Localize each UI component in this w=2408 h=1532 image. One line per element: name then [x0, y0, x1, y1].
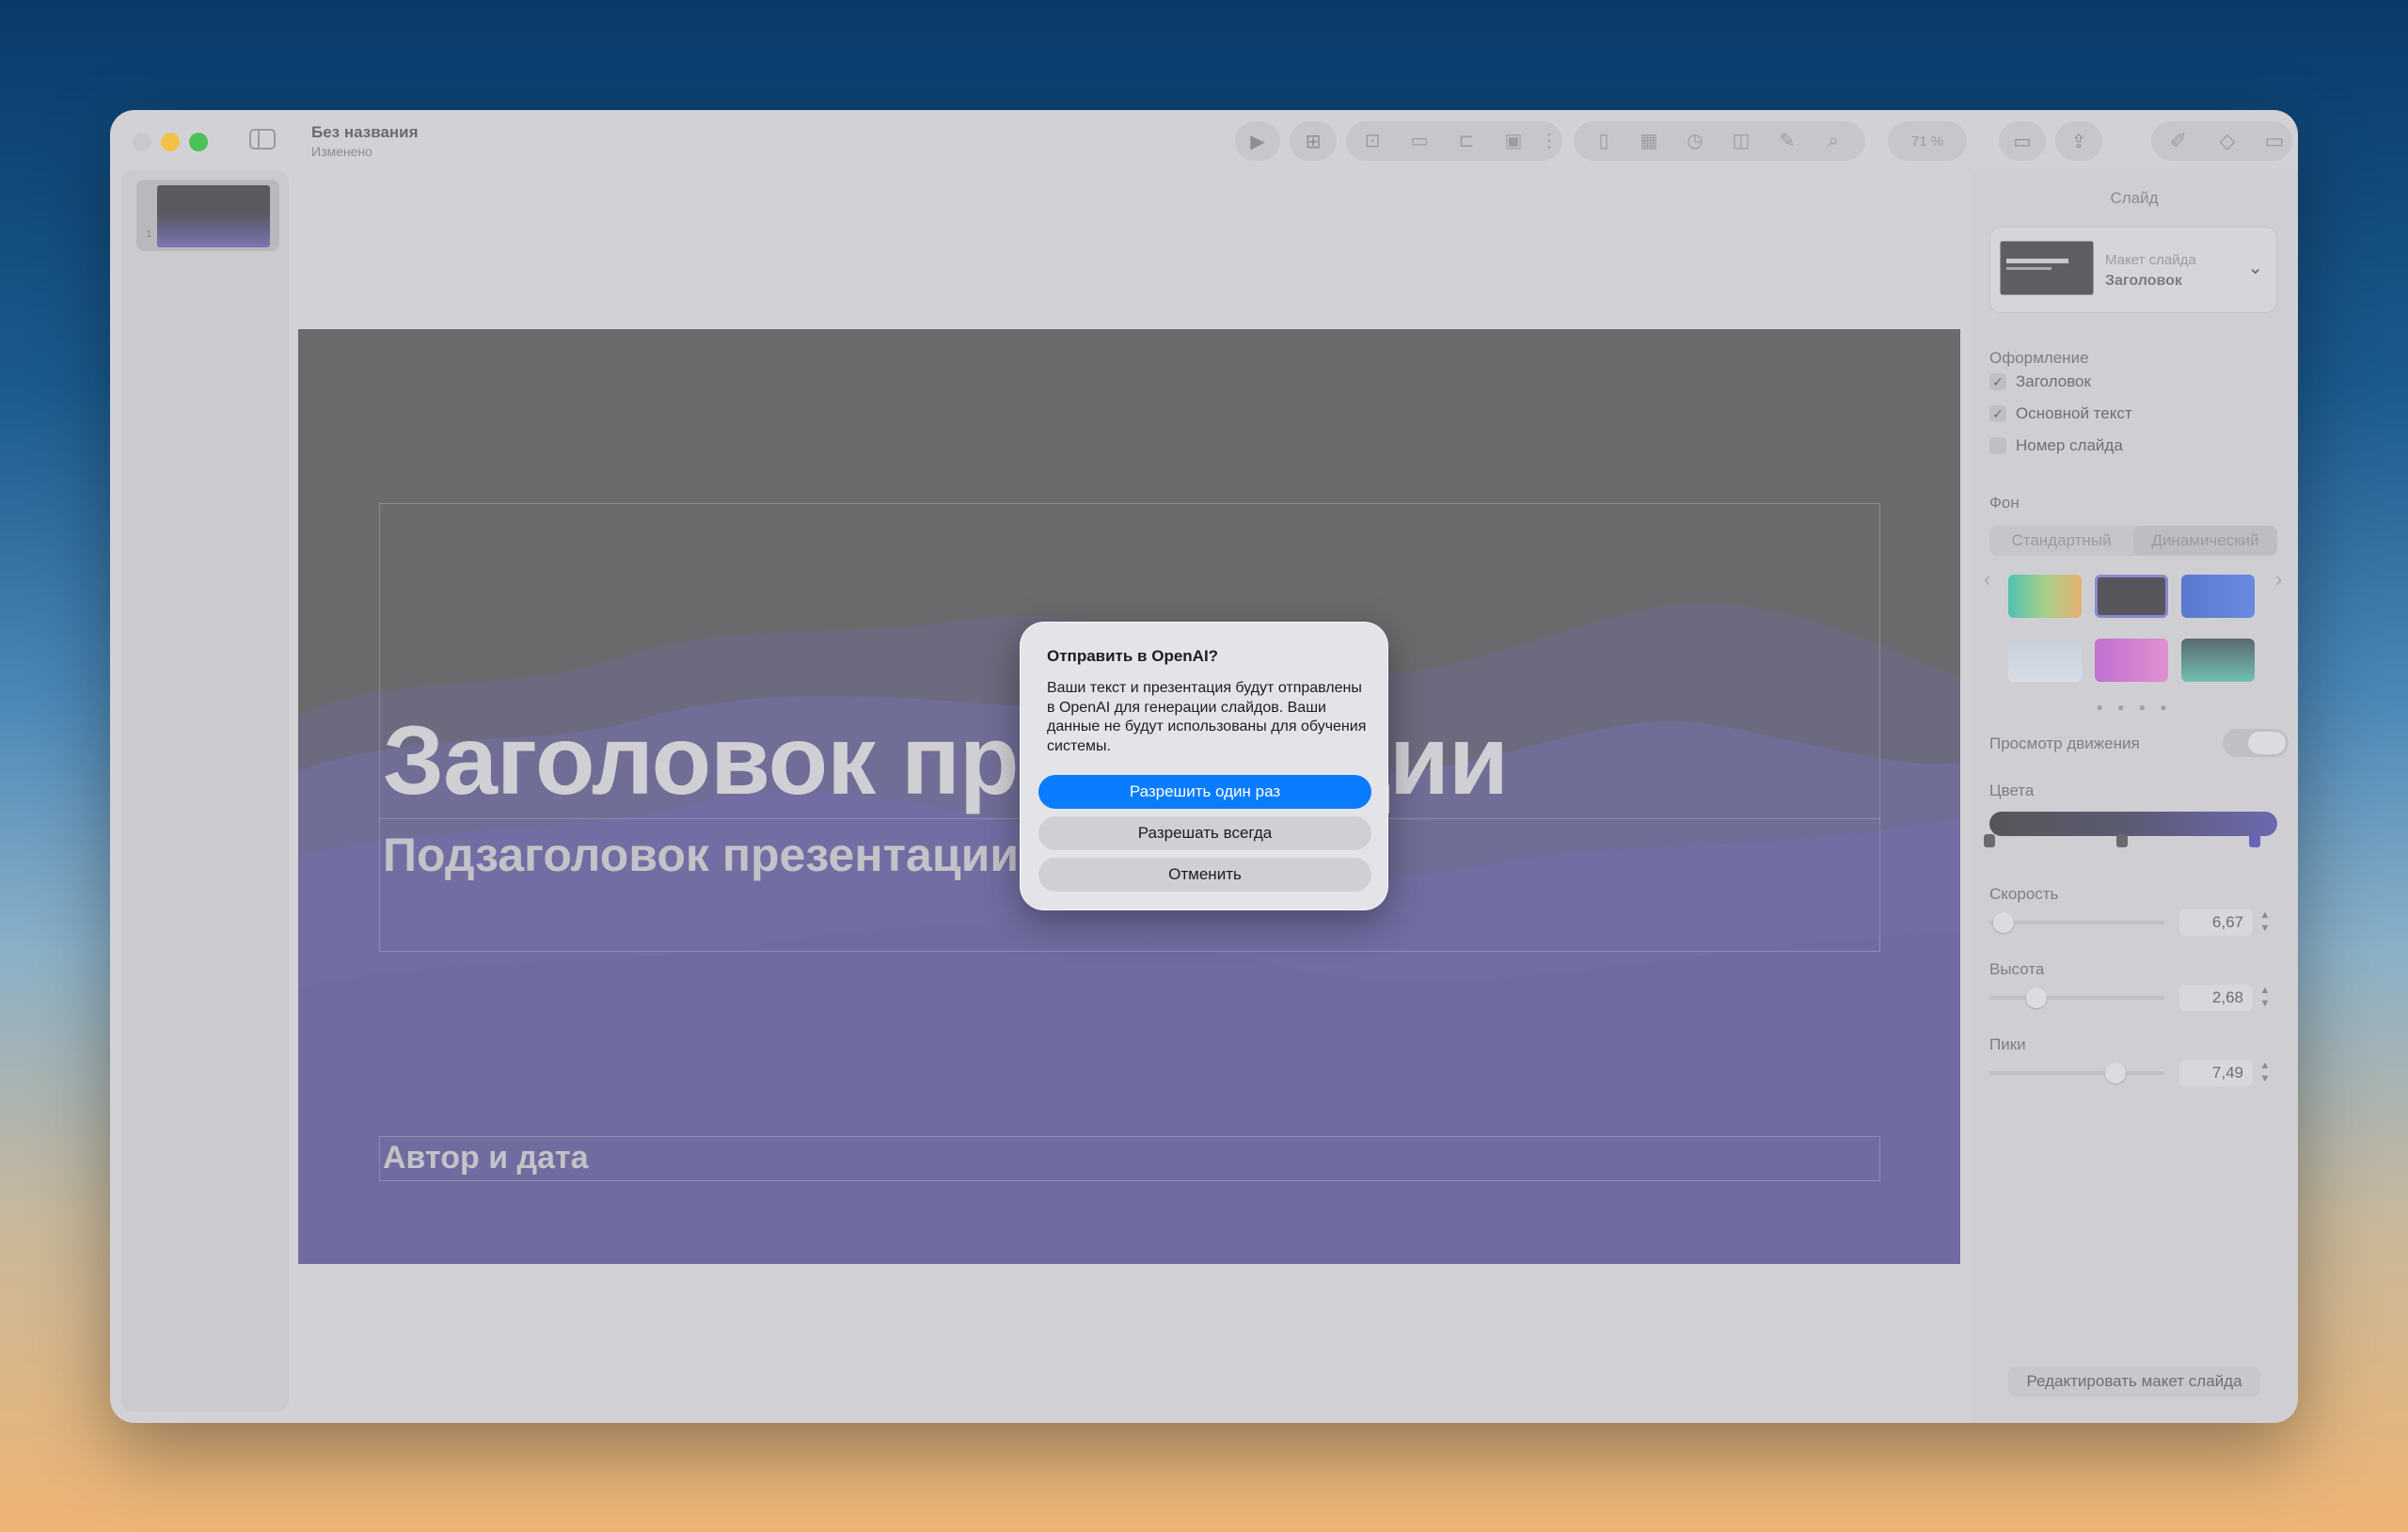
share-button[interactable]: ⇪ [2055, 121, 2102, 161]
media-icon[interactable]: ✎ [1776, 131, 1798, 151]
insert-text-icon[interactable]: ⊡ [1361, 131, 1384, 151]
format-inspector: Слайд Макет слайда Заголовок ⌄ Оформлени… [1971, 170, 2298, 1423]
play-button[interactable]: ▶ [1235, 121, 1280, 161]
comment-icon: ▭ [2013, 131, 2032, 152]
layout-value: Заголовок [2105, 273, 2182, 289]
background-swatch[interactable] [2181, 639, 2255, 682]
speed-slider[interactable] [1989, 912, 2164, 933]
background-swatch[interactable] [2095, 639, 2168, 682]
peaks-stepper-icon[interactable]: ▲ ▼ [2257, 1059, 2273, 1087]
color-stop-handle[interactable] [1984, 834, 1995, 847]
height-label: Высота [1989, 960, 2045, 978]
background-swatch-selected[interactable] [2095, 575, 2168, 618]
layout-thumbnail [2000, 241, 2094, 295]
chevron-down-icon: ⌄ [2247, 258, 2263, 278]
chevron-left-icon[interactable]: ‹ [1984, 567, 1990, 592]
appearance-title-option[interactable]: ✓ Заголовок [1989, 371, 2091, 392]
zoom-window-button[interactable] [189, 133, 208, 151]
checkbox-unchecked-icon[interactable] [1989, 437, 2006, 454]
option-label: Заголовок [2016, 372, 2091, 390]
document-icon[interactable]: ▭ [2260, 129, 2289, 153]
checkbox-checked-icon[interactable]: ✓ [1989, 405, 2006, 422]
speed-value-field[interactable]: 6,67 [2179, 909, 2253, 936]
motion-preview-toggle[interactable] [2223, 729, 2289, 757]
insert-chart-icon[interactable]: ▭ [1408, 131, 1431, 151]
comment-toolbar-icon[interactable]: ⌕ [1822, 131, 1845, 151]
appearance-label: Оформление [1989, 349, 2089, 367]
slide-number: 1 [146, 229, 152, 240]
zoom-menu[interactable]: 71 % [1888, 121, 1967, 161]
slide-layout-picker[interactable]: Макет слайда Заголовок ⌄ [1989, 227, 2277, 313]
tab-standard[interactable]: Стандартный [1989, 526, 2133, 556]
author-placeholder-box[interactable] [379, 1136, 1880, 1181]
peaks-slider[interactable] [1989, 1063, 2164, 1083]
send-to-openai-dialog: Отправить в OpenAI? Ваши текст и презент… [1020, 622, 1388, 910]
dialog-title: Отправить в OpenAI? [1047, 647, 1219, 665]
document-title[interactable]: Без названия [311, 123, 419, 142]
peaks-value-field[interactable]: 7,49 [2179, 1060, 2253, 1086]
background-swatch[interactable] [2008, 639, 2082, 682]
close-window-button[interactable] [133, 133, 151, 151]
height-slider-knob[interactable] [2026, 987, 2048, 1008]
height-slider[interactable] [1989, 987, 2164, 1008]
dialog-message: Ваши текст и презентация будут отправлен… [1047, 680, 1367, 754]
speed-slider-knob[interactable] [1992, 912, 2014, 933]
document-status: Изменено [311, 144, 372, 159]
slide-subtitle[interactable]: Подзаголовок презентации [383, 828, 1019, 882]
height-stepper-icon[interactable]: ▲ ▼ [2257, 984, 2273, 1012]
allow-once-button[interactable]: Разрешить один раз [1038, 775, 1371, 809]
background-type-segmented: Стандартный Динамический [1989, 526, 2277, 556]
share-icon: ⇪ [2070, 131, 2087, 152]
option-label: Основной текст [2016, 404, 2132, 422]
color-stop-handle[interactable] [2116, 834, 2128, 847]
colors-label: Цвета [1989, 782, 2035, 799]
comment-button[interactable]: ▭ [1999, 121, 2046, 161]
checkbox-checked-icon[interactable]: ✓ [1989, 373, 2006, 390]
slide-author-date[interactable]: Автор и дата [383, 1140, 589, 1177]
background-label: Фон [1989, 494, 2020, 512]
swatch-page-dots[interactable]: ● ● ● ● [1971, 701, 2298, 714]
edit-slide-layout-button[interactable]: Редактировать макет слайда [2008, 1366, 2260, 1397]
slide-navigator: 1 [121, 170, 289, 1412]
insert-graph-icon[interactable]: ⋮ [1538, 131, 1560, 151]
appearance-slide-number-option[interactable]: Номер слайда [1989, 435, 2123, 456]
format-brush-icon[interactable]: ✐ [2164, 129, 2193, 153]
speed-stepper-icon[interactable]: ▲ ▼ [2257, 908, 2273, 937]
inspector-header: Слайд [2110, 189, 2159, 207]
cancel-button[interactable]: Отменить [1038, 858, 1371, 892]
insert-video-icon[interactable]: ⊏ [1455, 131, 1478, 151]
animate-icon[interactable]: ◇ [2213, 129, 2242, 153]
add-slide-icon: ⊞ [1305, 131, 1322, 152]
color-gradient-bar[interactable] [1989, 812, 2277, 836]
slide-thumbnail-image [157, 185, 270, 247]
chart-icon[interactable]: ◷ [1684, 131, 1706, 151]
add-slide-button[interactable]: ⊞ [1290, 121, 1337, 161]
peaks-label: Пики [1989, 1035, 2026, 1053]
keynote-window: Без названия Изменено ▶ ⊞ ⊡ ▭ ⊏ ▣ ⋮ ▯ ▦ … [110, 110, 2298, 1423]
play-icon: ▶ [1250, 131, 1265, 152]
table-icon[interactable]: ▦ [1638, 131, 1660, 151]
text-box-icon[interactable]: ▯ [1592, 131, 1615, 151]
tab-dynamic[interactable]: Динамический [2133, 526, 2277, 556]
insert-image-icon[interactable]: ▣ [1502, 131, 1525, 151]
option-label: Номер слайда [2016, 436, 2123, 454]
minimize-window-button[interactable] [161, 133, 180, 151]
motion-preview-label: Просмотр движения [1989, 734, 2140, 752]
layout-label: Макет слайда [2105, 252, 2196, 268]
background-swatch[interactable] [2008, 575, 2082, 618]
background-swatch[interactable] [2181, 575, 2255, 618]
chevron-right-icon[interactable]: › [2275, 567, 2282, 592]
allow-always-button[interactable]: Разрешать всегда [1038, 816, 1371, 850]
height-value-field[interactable]: 2,68 [2179, 985, 2253, 1011]
peaks-slider-knob[interactable] [2104, 1063, 2126, 1083]
appearance-body-option[interactable]: ✓ Основной текст [1989, 403, 2132, 424]
title-bar: Без названия Изменено ▶ ⊞ ⊡ ▭ ⊏ ▣ ⋮ ▯ ▦ … [110, 110, 2298, 170]
slide-thumbnail[interactable]: 1 [136, 180, 279, 251]
sidebar-toggle-icon[interactable] [249, 129, 276, 150]
speed-label: Скорость [1989, 885, 2059, 903]
shape-icon[interactable]: ◫ [1730, 131, 1752, 151]
color-stop-handle[interactable] [2249, 834, 2260, 847]
